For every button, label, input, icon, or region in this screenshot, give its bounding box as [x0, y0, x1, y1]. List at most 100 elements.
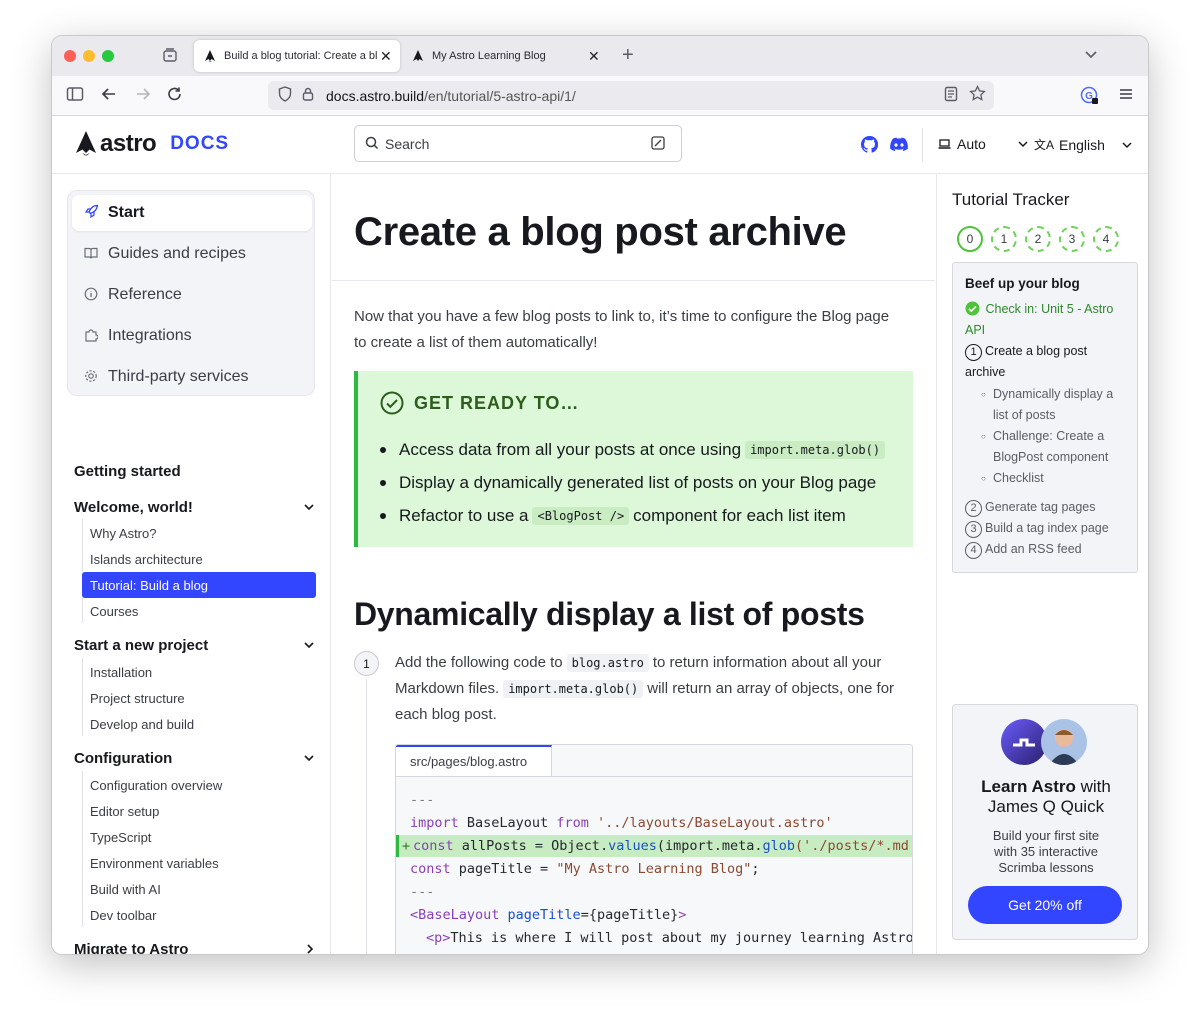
code-block: src/pages/blog.astro --- import BaseLayo…: [395, 744, 913, 954]
tab-active[interactable]: Build a blog tutorial: Create a bl ✕: [194, 40, 400, 72]
title-divider: [332, 280, 935, 281]
sidebar-item-label: Start: [108, 204, 145, 221]
callout-text: component for each list item: [633, 506, 846, 525]
tracker-text: Checklist: [993, 471, 1044, 485]
close-window-button[interactable]: [64, 50, 76, 62]
code-token: '../layouts/BaseLayout.astro': [588, 815, 833, 831]
sidebar-heading-getting-started[interactable]: Getting started: [74, 463, 181, 480]
sidebar-group-start-project[interactable]: Start a new project: [74, 637, 314, 654]
sidebar-link-typescript[interactable]: TypeScript: [82, 824, 316, 850]
tracker-text: API: [965, 323, 986, 337]
step-text: to return information about all your: [652, 654, 882, 671]
tab-overview-icon[interactable]: [162, 47, 178, 69]
sidebar-toggle-icon[interactable]: [66, 86, 84, 108]
list-all-tabs-icon[interactable]: [1084, 47, 1098, 67]
tracker-next-item[interactable]: 3 Build a tag index page: [965, 518, 1109, 539]
search-icon: [365, 136, 379, 156]
theme-select[interactable]: Auto: [938, 136, 1028, 152]
code-token: "My Astro Learning Blog": [556, 861, 752, 877]
promo-title: Learn Astro with: [953, 777, 1139, 797]
sidebar-item-guides[interactable]: Guides and recipes: [72, 236, 312, 272]
github-icon[interactable]: [860, 135, 879, 159]
astro-docs-logo[interactable]: astro DOCS: [74, 130, 229, 158]
tracker-current[interactable]: 1 Create a blog post: [965, 341, 1087, 362]
forward-icon[interactable]: [134, 86, 152, 108]
code-token: const: [413, 838, 454, 854]
sidebar-link-env-vars[interactable]: Environment variables: [82, 850, 316, 876]
sidebar-link-project-structure[interactable]: Project structure: [82, 685, 316, 711]
step-text-2: Markdown files. import.meta.glob() will re…: [395, 676, 894, 702]
inline-code: blog.astro: [566, 654, 649, 672]
sidebar-link-build-ai[interactable]: Build with AI: [82, 876, 316, 902]
minimize-window-button[interactable]: [83, 50, 95, 62]
unit-dot[interactable]: 1: [991, 226, 1017, 252]
sidebar-link-config-overview[interactable]: Configuration overview: [82, 772, 316, 798]
chevron-down-icon: [304, 642, 314, 649]
tracker-text: BlogPost component: [993, 450, 1109, 464]
sidebar-group-configuration[interactable]: Configuration: [74, 750, 314, 767]
code-token: from: [556, 815, 589, 831]
reader-view-icon[interactable]: [944, 86, 958, 108]
code-token: ---: [410, 792, 435, 808]
intro-line-2: to create a list of them automatically!: [354, 334, 598, 351]
callout-text: Access data from all your posts at once …: [399, 440, 742, 459]
step-circle: 1: [965, 344, 982, 361]
unit-dot[interactable]: 0: [957, 226, 983, 252]
unit-title: Beef up your blog: [965, 276, 1080, 291]
sidebar-link-islands[interactable]: Islands architecture: [82, 546, 316, 572]
sidebar-link-develop-build[interactable]: Develop and build: [82, 711, 316, 737]
tracker-text: Add an RSS feed: [985, 542, 1082, 556]
tracker-check-in[interactable]: Check in: Unit 5 - Astro: [965, 299, 1113, 320]
sidebar-group-welcome[interactable]: Welcome, world!: [74, 499, 314, 516]
discord-icon[interactable]: [890, 137, 908, 158]
code-token: ---: [410, 884, 435, 900]
callout-text: Refactor to use a: [399, 506, 529, 525]
bookmark-star-icon[interactable]: [969, 84, 986, 108]
sidebar-link-editor-setup[interactable]: Editor setup: [82, 798, 316, 824]
tracker-sub-item[interactable]: ○ Dynamically display a: [981, 384, 1113, 405]
sidebar-group-migrate[interactable]: Migrate to Astro: [74, 941, 314, 954]
code-token: allPosts = Object.: [453, 838, 609, 854]
promo-title-rest: with: [1075, 777, 1111, 796]
reload-icon[interactable]: [166, 86, 184, 108]
sidebar-item-integrations[interactable]: Integrations: [72, 318, 312, 354]
sidebar-link-courses[interactable]: Courses: [82, 598, 316, 624]
search-input[interactable]: Search: [354, 125, 682, 162]
chevron-right-icon: [307, 944, 314, 954]
sidebar-item-start[interactable]: Start: [72, 195, 312, 231]
address-bar[interactable]: docs.astro.build /en/tutorial/5-astro-ap…: [268, 81, 994, 110]
tracker-sub-item[interactable]: ○ Challenge: Create a: [981, 426, 1104, 447]
lock-icon[interactable]: [302, 86, 314, 108]
close-tab-icon[interactable]: ✕: [380, 48, 392, 65]
language-select[interactable]: 文A English: [1034, 136, 1132, 153]
code-token: pageTitle =: [450, 861, 557, 877]
step-text-1: Add the following code to blog.astro to re…: [395, 650, 881, 676]
step-number: 1: [354, 651, 379, 676]
sidebar-link-dev-toolbar[interactable]: Dev toolbar: [82, 902, 316, 928]
unit-dot[interactable]: 2: [1025, 226, 1051, 252]
unit-dot[interactable]: 3: [1059, 226, 1085, 252]
new-tab-button[interactable]: +: [622, 45, 634, 65]
back-icon[interactable]: [100, 86, 118, 108]
inline-code: import.meta.glob(): [745, 441, 886, 459]
zoom-window-button[interactable]: [102, 50, 114, 62]
sidebar-link-tutorial[interactable]: Tutorial: Build a blog: [82, 572, 316, 598]
sidebar-item-reference[interactable]: Reference: [72, 277, 312, 313]
tab-blog[interactable]: My Astro Learning Blog ✕: [402, 40, 608, 72]
tracker-sub-item[interactable]: ○ Checklist: [981, 468, 1044, 489]
menu-icon[interactable]: [1118, 86, 1134, 108]
shield-icon[interactable]: [278, 86, 292, 108]
puzzle-icon: [84, 328, 99, 345]
sidebar-item-label: Integrations: [108, 327, 192, 344]
tracker-next-item[interactable]: 4 Add an RSS feed: [965, 539, 1082, 560]
account-icon[interactable]: G: [1080, 86, 1100, 112]
close-tab-icon[interactable]: ✕: [588, 48, 600, 65]
get-discount-button[interactable]: Get 20% off: [968, 886, 1122, 924]
astro-favicon-icon: [413, 50, 423, 61]
unit-dot[interactable]: 4: [1093, 226, 1119, 252]
sidebar-link-installation[interactable]: Installation: [82, 659, 316, 685]
tracker-next-item[interactable]: 2 Generate tag pages: [965, 497, 1096, 518]
section-heading[interactable]: Dynamically display a list of posts: [354, 596, 865, 633]
sidebar-link-why-astro[interactable]: Why Astro?: [82, 520, 316, 546]
sidebar-item-third-party[interactable]: Third-party services: [72, 359, 312, 395]
